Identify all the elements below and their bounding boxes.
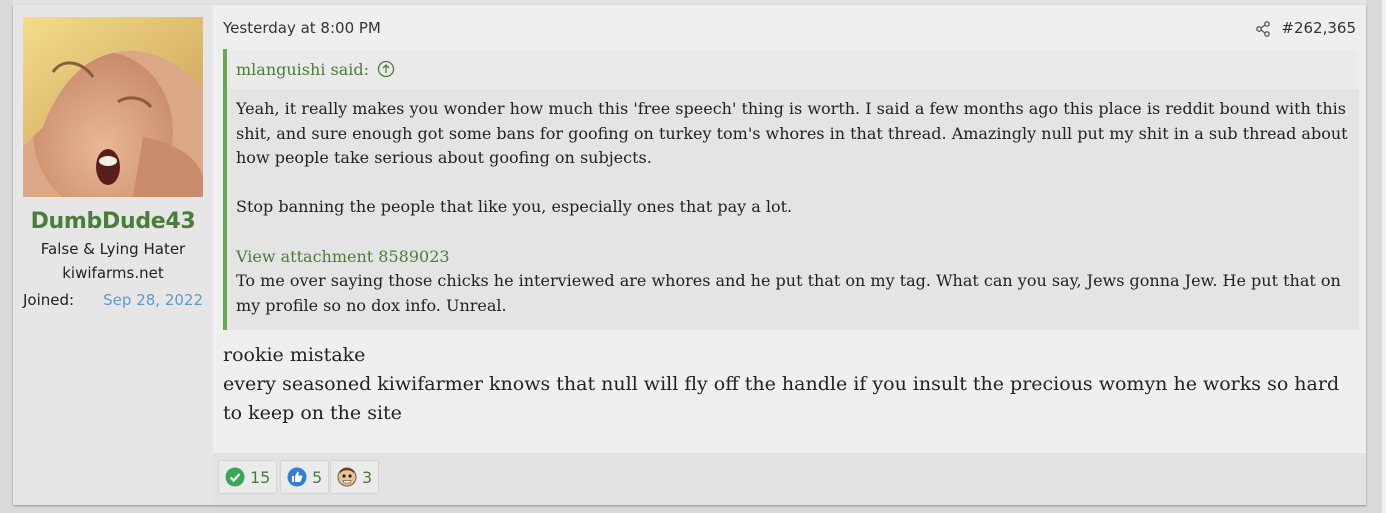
joined-label: Joined:	[23, 291, 75, 309]
quote-header: mlanguishi said:	[227, 49, 1359, 89]
scrollbar[interactable]	[1382, 0, 1386, 513]
reaction-count: 15	[250, 467, 271, 487]
reaction-face[interactable]: 3	[330, 460, 380, 494]
post-body-line: rookie mistake	[223, 344, 366, 366]
user-site: kiwifarms.net	[62, 264, 164, 282]
user-column: DumbDude43 False & Lying Hater kiwifarms…	[13, 5, 213, 505]
quote-author[interactable]: mlanguishi said:	[236, 60, 369, 79]
user-title: False & Lying Hater	[40, 240, 186, 258]
quote-paragraph: Yeah, it really makes you wonder how muc…	[236, 99, 1348, 168]
avatar-image	[23, 17, 203, 197]
post-body: rookie mistake every seasoned kiwifarmer…	[223, 341, 1343, 428]
arrow-up-circle-icon[interactable]	[377, 60, 395, 78]
reaction-count: 5	[312, 467, 323, 487]
post-main: Yesterday at 8:00 PM #262,365 mlanguishi…	[213, 5, 1366, 505]
username[interactable]: DumbDude43	[13, 209, 213, 234]
thumbs-up-icon	[287, 467, 307, 487]
attachment-link[interactable]: View attachment 8589023	[236, 245, 1349, 270]
reaction-count: 3	[362, 467, 373, 487]
face-icon	[337, 467, 357, 487]
quote-body: Yeah, it really makes you wonder how muc…	[227, 89, 1359, 318]
share-icon[interactable]	[1255, 21, 1271, 37]
reactions-bar: 15 5 3	[213, 453, 1366, 505]
joined-date: Sep 28, 2022	[103, 291, 203, 309]
post-body-line: every seasoned kiwifarmer knows that nul…	[223, 373, 1340, 424]
avatar[interactable]	[23, 17, 203, 197]
reaction-like[interactable]: 5	[280, 460, 330, 494]
quote-paragraph: Stop banning the people that like you, e…	[236, 197, 793, 217]
quote-paragraph: To me over saying those chicks he interv…	[236, 271, 1341, 315]
quote-block: mlanguishi said: Yeah, it really makes y…	[223, 49, 1359, 330]
forum-post: DumbDude43 False & Lying Hater kiwifarms…	[13, 5, 1366, 505]
post-date[interactable]: Yesterday at 8:00 PM	[223, 19, 381, 37]
checkmark-icon	[225, 467, 245, 487]
reaction-agree[interactable]: 15	[218, 460, 278, 494]
post-number[interactable]: #262,365	[1281, 19, 1356, 37]
